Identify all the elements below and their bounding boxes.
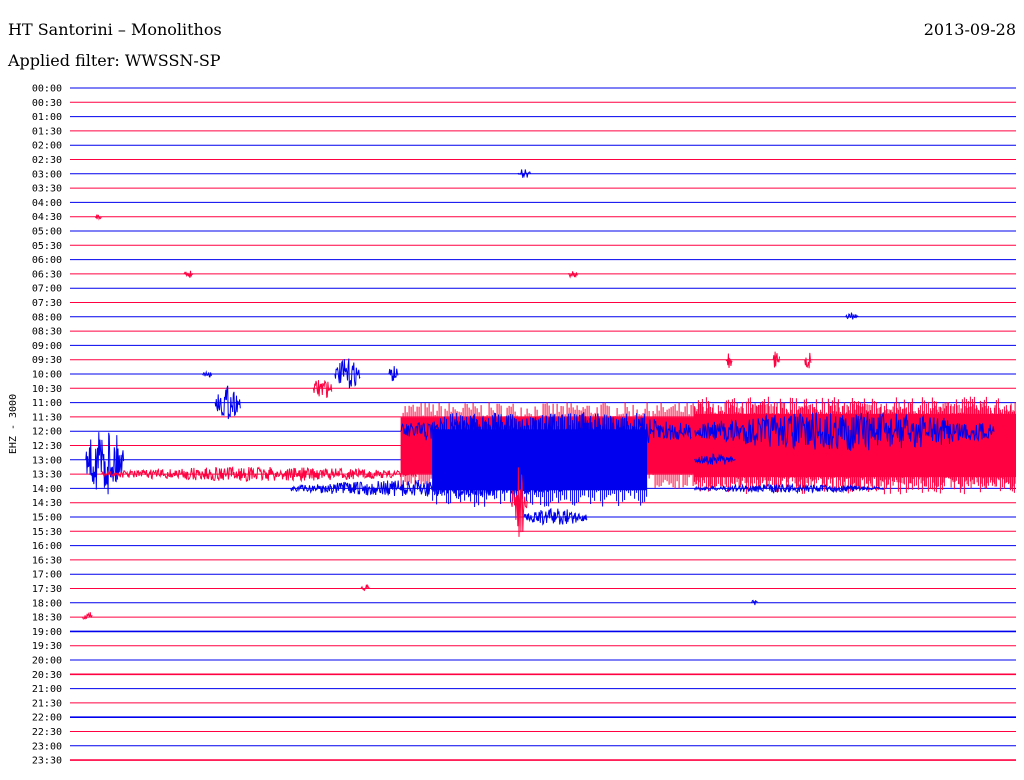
tick-label-2330: 23:30 [32,756,62,767]
seismic-event-9 [334,358,361,389]
tick-label-0300: 03:00 [32,169,62,180]
tremor-burst-spikes [693,396,1015,495]
tick-label-1500: 15:00 [32,513,62,524]
tick-label-2030: 20:30 [32,670,62,681]
tick-label-0100: 01:00 [32,112,62,123]
tick-label-0500: 05:00 [32,227,62,238]
tick-label-0600: 06:00 [32,255,62,266]
tick-label-0430: 04:30 [32,212,62,223]
seismic-traces [82,169,1017,620]
tick-label-0530: 05:30 [32,241,62,252]
tick-label-1130: 11:30 [32,412,62,423]
helicorder-plot: EHZ - 3000 00:00 00:30 01:00 01:30 02:00 02:3… [8,84,1017,767]
tick-label-0830: 08:30 [32,327,62,338]
tick-label-0900: 09:00 [32,341,62,352]
tick-label-1900: 19:00 [32,627,62,638]
tick-label-1230: 12:30 [32,441,62,452]
tick-label-1800: 18:00 [32,598,62,609]
tick-label-2200: 22:00 [32,713,62,724]
tick-label-1000: 10:00 [32,370,62,381]
tick-label-0400: 04:00 [32,198,62,209]
tick-label-1630: 16:30 [32,555,62,566]
tick-label-1100: 11:00 [32,398,62,409]
tick-label-2000: 20:00 [32,656,62,667]
tick-label-1930: 19:30 [32,641,62,652]
tick-label-1730: 17:30 [32,584,62,595]
tick-label-0800: 08:00 [32,312,62,323]
tick-labels: 00:00 00:30 01:00 01:30 02:00 02:30 03:00 03:30… [32,84,62,767]
tick-label-0000: 00:00 [32,84,62,95]
tick-label-1300: 13:00 [32,455,62,466]
tick-label-1830: 18:30 [32,613,62,624]
tick-label-0630: 06:30 [32,269,62,280]
tick-label-1530: 15:30 [32,527,62,538]
tick-label-1430: 14:30 [32,498,62,509]
tick-label-2300: 23:00 [32,741,62,752]
seismic-event-5 [725,353,733,368]
seismic-event-12 [214,385,241,420]
tick-label-2130: 21:30 [32,698,62,709]
tick-label-0330: 03:30 [32,184,62,195]
tick-label-2100: 21:00 [32,684,62,695]
y-axis-label: EHZ - 3000 [8,394,19,454]
tick-label-1330: 13:30 [32,470,62,481]
tick-label-1400: 14:00 [32,484,62,495]
tick-label-2230: 22:30 [32,727,62,738]
tick-label-1200: 12:00 [32,427,62,438]
seismic-event-24 [82,612,93,620]
tick-label-0230: 02:30 [32,155,62,166]
seismic-event-22 [360,583,371,592]
tick-label-1030: 10:30 [32,384,62,395]
tick-label-0700: 07:00 [32,284,62,295]
tick-label-0130: 01:30 [32,126,62,137]
seismic-event-15 [85,432,125,495]
tick-label-1600: 16:00 [32,541,62,552]
tick-label-0730: 07:30 [32,298,62,309]
seismic-event-7 [804,352,812,369]
tick-label-1700: 17:00 [32,570,62,581]
tick-label-0200: 02:00 [32,141,62,152]
tick-label-0930: 09:30 [32,355,62,366]
tick-label-0030: 00:30 [32,98,62,109]
